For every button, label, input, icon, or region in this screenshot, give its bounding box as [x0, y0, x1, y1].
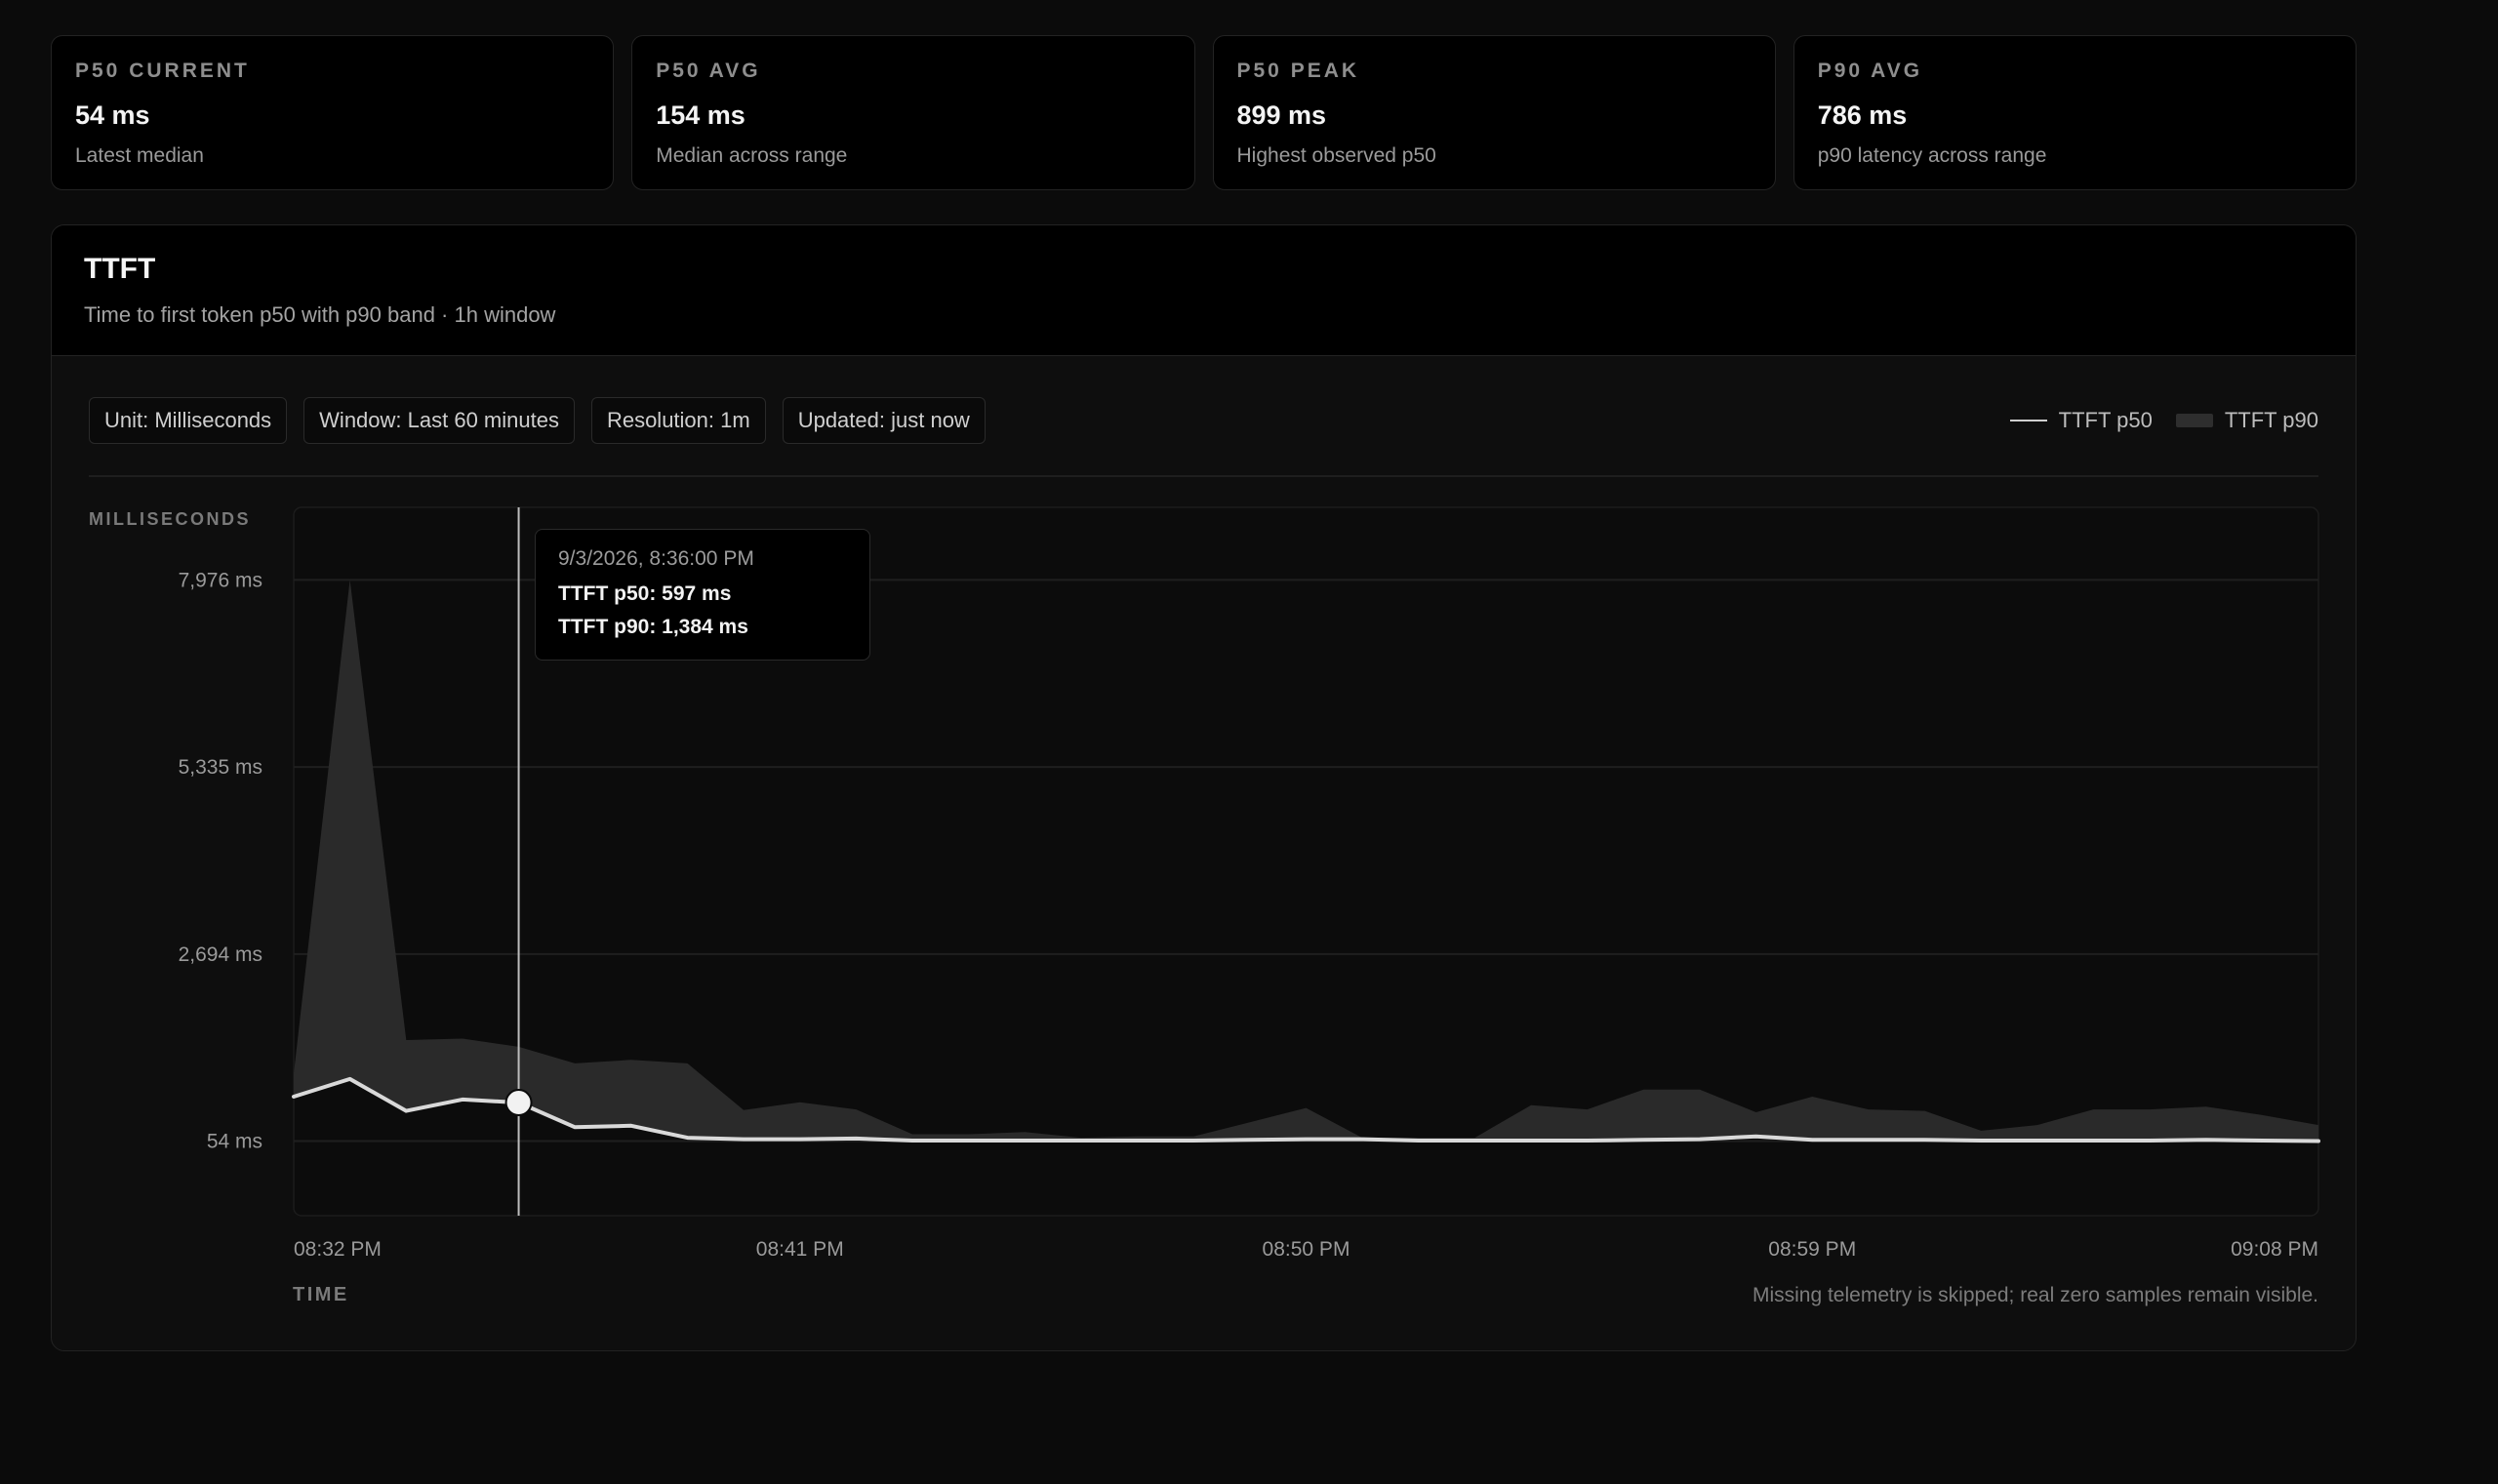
stats-row: P50 CURRENT 54 ms Latest median P50 AVG … [51, 35, 2357, 190]
chart-footnote: Missing telemetry is skipped; real zero … [1752, 1284, 2318, 1306]
y-tick-label: 5,335 ms [179, 756, 262, 779]
hover-point [504, 1089, 533, 1117]
x-axis-title: TIME [293, 1284, 349, 1305]
x-tick-label: 08:50 PM [1263, 1238, 1350, 1261]
stat-card-p50-current: P50 CURRENT 54 ms Latest median [51, 35, 615, 190]
y-tick-label: 54 ms [207, 1130, 262, 1152]
stat-value: 899 ms [1236, 100, 1327, 130]
stat-label: P50 CURRENT [75, 60, 250, 82]
y-tick-label: 2,694 ms [179, 943, 262, 966]
stat-card-p50-avg: P50 AVG 154 ms Median across range [631, 35, 1195, 190]
stat-label: P90 AVG [1817, 60, 1923, 82]
stat-sub: Highest observed p50 [1236, 144, 1436, 167]
stat-sub: Median across range [656, 144, 848, 167]
stat-value: 786 ms [1817, 100, 1908, 130]
chart-plot[interactable]: 54 ms 2,694 ms 5,335 ms 7,976 ms 08:32 PM 08:… [52, 225, 2355, 1347]
tooltip-time: 9/3/2026, 8:36:00 PM [558, 547, 754, 570]
stat-value: 54 ms [75, 100, 150, 130]
tooltip-p50: TTFT p50: 597 ms [558, 582, 732, 605]
ttft-chart-panel: TTFT Time to first token p50 with p90 ba… [51, 224, 2357, 1351]
x-tick-label: 08:59 PM [1768, 1238, 1856, 1261]
stat-sub: p90 latency across range [1817, 144, 2047, 167]
y-tick-label: 7,976 ms [179, 569, 262, 591]
stat-value: 154 ms [656, 100, 745, 130]
stat-label: P50 PEAK [1236, 60, 1360, 82]
stat-card-p90-avg: P90 AVG 786 ms p90 latency across range [1793, 35, 2357, 190]
tooltip-p90: TTFT p90: 1,384 ms [558, 616, 748, 638]
stat-sub: Latest median [75, 144, 204, 167]
stat-card-p50-peak: P50 PEAK 899 ms Highest observed p50 [1212, 35, 1776, 190]
stat-label: P50 AVG [656, 60, 761, 82]
x-tick-label: 09:08 PM [2231, 1238, 2318, 1261]
x-tick-label: 08:41 PM [756, 1238, 844, 1261]
chart-tooltip: 9/3/2026, 8:36:00 PM TTFT p50: 597 ms TT… [535, 529, 870, 661]
x-tick-label: 08:32 PM [294, 1238, 382, 1261]
